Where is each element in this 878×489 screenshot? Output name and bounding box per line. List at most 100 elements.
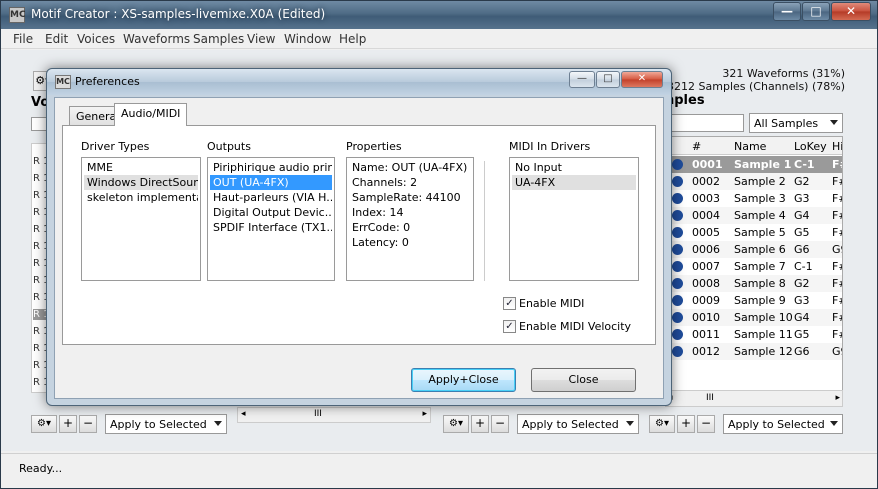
enable-midi-velocity-checkbox[interactable]: ✓	[503, 320, 516, 333]
add-button[interactable]: +	[471, 415, 489, 433]
menu-help[interactable]: Help	[339, 32, 366, 46]
waveform-stats: 321 Waveforms (31%)	[722, 67, 845, 80]
menu-file[interactable]: File	[13, 32, 33, 46]
outputs-list[interactable]: Piriphirique audio principal OUT (UA-4FX…	[207, 157, 335, 281]
menubar: File Edit Voices Waveforms Samples View …	[1, 29, 877, 49]
gear-menu-button[interactable]: ⚙▾	[443, 415, 469, 433]
output-item[interactable]: SPDIF Interface (TX1...	[210, 220, 332, 235]
midi-driver-item[interactable]: No Input	[512, 160, 636, 175]
column-lokey[interactable]: LoKey	[794, 140, 827, 153]
output-item-selected[interactable]: OUT (UA-4FX)	[210, 175, 332, 190]
table-row[interactable]: 0002 Sample 2 G2 F#	[666, 173, 842, 190]
scroll-grip[interactable]: III	[706, 393, 714, 403]
maximize-button[interactable]: □	[802, 2, 830, 21]
apply-select-value: Apply to Selected	[522, 418, 619, 431]
menu-edit[interactable]: Edit	[45, 32, 68, 46]
sample-dot-icon	[672, 346, 683, 357]
property-item: Latency: 0	[352, 236, 409, 249]
driver-types-list[interactable]: MME Windows DirectSound skeleton impleme…	[81, 157, 201, 281]
apply-select-value: Apply to Selected	[110, 418, 207, 431]
preferences-title: Preferences	[75, 75, 140, 88]
apply-to-selected-select[interactable]: Apply to Selected	[105, 414, 227, 434]
column-name[interactable]: Name	[734, 140, 766, 153]
menu-view[interactable]: View	[247, 32, 275, 46]
table-row[interactable]: 0006 Sample 6 G6 G9	[666, 241, 842, 258]
gear-menu-button[interactable]: ⚙▾	[649, 415, 675, 433]
dialog-maximize-button[interactable]: □	[596, 71, 620, 88]
driver-type-item[interactable]: MME	[84, 160, 198, 175]
midi-driver-item-selected[interactable]: UA-4FX	[512, 175, 636, 190]
apply-to-selected-select[interactable]: Apply to Selected	[723, 414, 843, 434]
scroll-grip[interactable]: III	[314, 409, 322, 419]
samples-table-header: # Name LoKey Hi	[666, 137, 842, 155]
column-hikey[interactable]: Hi	[832, 140, 842, 153]
add-button[interactable]: +	[677, 415, 695, 433]
driver-type-item[interactable]: skeleton implementation	[84, 190, 198, 205]
cell-hi: F#	[832, 209, 842, 222]
table-row[interactable]: 0008 Sample 8 G2 F#	[666, 275, 842, 292]
group-divider	[484, 161, 485, 281]
minimize-button[interactable]: —	[773, 2, 801, 21]
table-row[interactable]: 0010 Sample 10G4 F#	[666, 309, 842, 326]
cell-lokey: G4	[794, 209, 810, 222]
close-dialog-button[interactable]: Close	[531, 368, 636, 392]
samples-search-input[interactable]	[665, 114, 744, 132]
apply-to-selected-select[interactable]: Apply to Selected	[517, 414, 639, 434]
gear-menu-button[interactable]: ⚙▾	[31, 415, 57, 433]
cell-name: Sample 1	[734, 158, 792, 171]
enable-midi-checkbox[interactable]: ✓	[503, 297, 516, 310]
midi-in-drivers-list[interactable]: No Input UA-4FX	[509, 157, 639, 281]
output-item[interactable]: Haut-parleurs (VIA H...	[210, 190, 332, 205]
cell-lokey: C-1	[794, 158, 815, 171]
cell-name: Sample 5	[734, 226, 786, 239]
scroll-left-icon[interactable]: ◂	[241, 409, 246, 419]
samples-horizontal-scrollbar[interactable]: ◂ III ▸	[665, 390, 843, 407]
midi-in-drivers-label: MIDI In Drivers	[509, 140, 591, 153]
preferences-icon: MC	[55, 75, 71, 89]
menu-waveforms[interactable]: Waveforms	[123, 32, 190, 46]
add-button[interactable]: +	[59, 415, 77, 433]
menu-window[interactable]: Window	[284, 32, 331, 46]
menu-voices[interactable]: Voices	[77, 32, 115, 46]
table-row[interactable]: 0007 Sample 7 C-1 F#	[666, 258, 842, 275]
waveforms-horizontal-scrollbar[interactable]: ◂ III ▸	[237, 407, 431, 423]
remove-button[interactable]: −	[697, 415, 715, 433]
menu-samples[interactable]: Samples	[193, 32, 244, 46]
samples-filter-select[interactable]: All Samples	[749, 113, 843, 133]
table-row[interactable]: 0005 Sample 5 G5 F#	[666, 224, 842, 241]
remove-button[interactable]: −	[79, 415, 97, 433]
sample-dot-icon	[672, 244, 683, 255]
property-item: SampleRate: 44100	[352, 191, 461, 204]
cell-hi: F#	[832, 175, 842, 188]
main-titlebar[interactable]: MC Motif Creator : XS-samples-livemixe.X…	[1, 1, 877, 29]
cell-lokey: G5	[794, 328, 810, 341]
preferences-titlebar[interactable]: MC Preferences — □ ✕	[47, 69, 671, 95]
close-button[interactable]: ✕	[831, 2, 871, 21]
table-row[interactable]: 0001 Sample 1C-1 F#	[666, 156, 842, 173]
table-row[interactable]: 0009 Sample 9 G3 F#	[666, 292, 842, 309]
chevron-down-icon	[214, 421, 222, 426]
remove-button[interactable]: −	[491, 415, 509, 433]
column-number[interactable]: #	[692, 140, 701, 153]
sample-dot-icon	[672, 176, 683, 187]
apply-close-button[interactable]: Apply+Close	[411, 368, 516, 392]
table-row[interactable]: 0012 Sample 12G6 G9	[666, 343, 842, 360]
dialog-close-icon[interactable]: ✕	[621, 71, 663, 88]
dialog-minimize-button[interactable]: —	[569, 71, 595, 88]
tab-audio-midi[interactable]: Audio/MIDI	[114, 103, 188, 126]
scroll-right-icon[interactable]: ▸	[835, 393, 840, 403]
cell-name: Sample 10	[734, 311, 793, 324]
scroll-right-icon[interactable]: ▸	[422, 409, 427, 419]
driver-type-item-selected[interactable]: Windows DirectSound	[84, 175, 198, 190]
enable-midi-label: Enable MIDI	[519, 297, 585, 310]
samples-table[interactable]: # Name LoKey Hi 0001Sample 1C-1F#0002Sam…	[665, 136, 843, 391]
table-row[interactable]: 0004 Sample 4 G4 F#	[666, 207, 842, 224]
table-row[interactable]: 0003 Sample 3 G3 F#	[666, 190, 842, 207]
sample-dot-icon	[672, 210, 683, 221]
table-row[interactable]: 0011 Sample 11G5 F#	[666, 326, 842, 343]
output-item[interactable]: Piriphirique audio principal	[210, 160, 332, 175]
cell-num: 0001	[692, 158, 723, 171]
output-item[interactable]: Digital Output Devic...	[210, 205, 332, 220]
cell-hi: F#	[832, 260, 842, 273]
driver-types-label: Driver Types	[81, 140, 150, 153]
